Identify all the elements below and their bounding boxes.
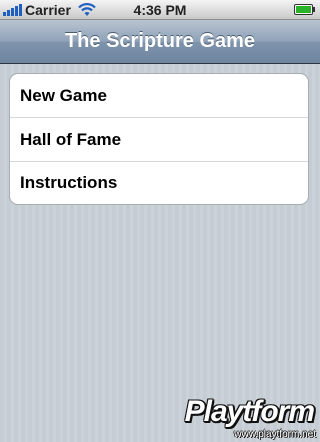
watermark-logo: Playtform — [184, 395, 315, 428]
battery-icon — [294, 4, 316, 15]
page-title: The Scripture Game — [64, 30, 256, 52]
watermark-url: www.playtform.net — [234, 429, 316, 440]
navigation-bar: The Scripture Game — [0, 20, 320, 64]
status-time: 4:36 PM — [133, 2, 187, 18]
new-game-button[interactable]: New Game — [10, 74, 308, 118]
main-menu: New Game Hall of Fame Instructions — [9, 73, 309, 205]
status-bar: Carrier 4:36 PM — [0, 0, 320, 20]
instructions-button[interactable]: Instructions — [10, 162, 308, 204]
hall-of-fame-button[interactable]: Hall of Fame — [10, 118, 308, 162]
playtform-watermark: Playtform www.playtform.net — [160, 393, 320, 442]
